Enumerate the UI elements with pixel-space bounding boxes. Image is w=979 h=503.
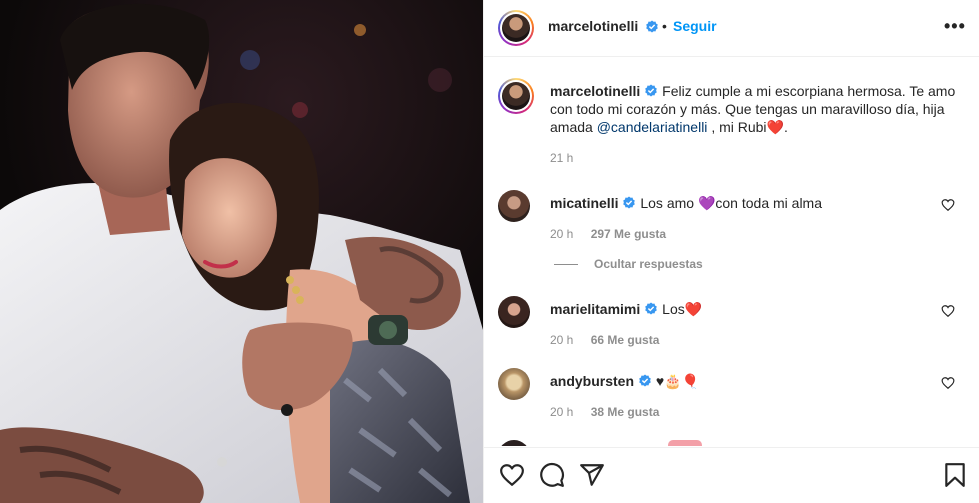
commenter-avatar[interactable] <box>498 190 530 222</box>
author-avatar[interactable] <box>498 10 534 46</box>
author-username[interactable]: marcelotinelli <box>548 18 638 34</box>
caption-timestamp[interactable]: 21 h <box>550 151 573 165</box>
verified-badge-icon <box>646 20 658 33</box>
comment-body: Los <box>662 301 685 317</box>
comment-time[interactable]: 20 h <box>550 405 573 419</box>
comment-text: marielitamimi Los❤️ <box>550 301 702 318</box>
post-photo[interactable] <box>0 0 483 503</box>
verified-badge-icon <box>639 374 651 387</box>
post-photo-image <box>0 0 483 503</box>
small-heart-icon[interactable] <box>941 376 955 390</box>
post-header: marcelotinelli • Seguir ••• <box>484 0 979 57</box>
more-options-icon[interactable]: ••• <box>944 17 966 35</box>
comment-likes[interactable]: 38 Me gusta <box>591 405 660 419</box>
commenter-avatar[interactable] <box>498 296 530 328</box>
paper-plane-icon[interactable] <box>579 462 605 488</box>
comment-text: andybursten ♥🎂🎈 <box>550 373 699 390</box>
comment-row: micatinelli Los amo 💜con toda mi alma 20… <box>498 190 968 241</box>
verified-badge-icon <box>645 84 658 97</box>
comment-body-end: con toda mi alma <box>715 195 822 211</box>
comment-text: micatinelli Los amo 💜con toda mi alma <box>550 195 822 212</box>
comment-row: andybursten ♥🎂🎈 20 h 38 Me gusta <box>498 368 968 419</box>
red-heart-emoji: ❤️ <box>684 301 703 317</box>
bookmark-icon[interactable] <box>942 462 968 488</box>
caption-username[interactable]: marcelotinelli <box>550 83 640 99</box>
purple-heart-emoji: 💜 <box>697 195 716 211</box>
verified-badge-icon <box>623 196 636 209</box>
comment-row-partial <box>498 436 968 446</box>
small-heart-icon[interactable] <box>941 198 955 212</box>
comment-time[interactable]: 20 h <box>550 227 573 241</box>
comment-row: marielitamimi Los❤️ 20 h 66 Me gusta <box>498 296 968 347</box>
comment-emoji: ♥🎂🎈 <box>655 373 700 389</box>
comment-body: Los amo <box>640 195 695 211</box>
comment-likes[interactable]: 297 Me gusta <box>591 227 666 241</box>
comment-meta: 20 h 38 Me gusta <box>550 405 659 419</box>
caption-avatar[interactable] <box>498 78 534 114</box>
replies-divider-line <box>554 264 578 266</box>
caption-period: . <box>783 119 788 135</box>
comment-meta: 20 h 66 Me gusta <box>550 333 659 347</box>
post-actions-bar <box>484 447 979 503</box>
speech-bubble-icon[interactable] <box>539 462 565 488</box>
small-heart-icon[interactable] <box>941 304 955 318</box>
red-heart-emoji: ❤️ <box>766 119 784 135</box>
hide-replies-button[interactable]: Ocultar respuestas <box>554 257 703 271</box>
verified-badge-icon <box>645 302 658 315</box>
commenter-avatar[interactable] <box>498 368 530 400</box>
comment-likes[interactable]: 66 Me gusta <box>591 333 660 347</box>
heart-outline-icon[interactable] <box>499 462 525 488</box>
commenter-username[interactable]: andybursten <box>550 373 634 389</box>
caption-body-end: , mi Rubi <box>711 119 767 135</box>
commenter-avatar[interactable] <box>498 440 530 446</box>
follow-button[interactable]: Seguir <box>673 18 717 34</box>
comment-meta: 20 h 297 Me gusta <box>550 227 666 241</box>
caption-text: marcelotinelli Feliz cumple a mi escorpi… <box>550 82 970 136</box>
hide-replies-label: Ocultar respuestas <box>594 257 703 271</box>
commenter-username[interactable]: micatinelli <box>550 195 618 211</box>
comment-time[interactable]: 20 h <box>550 333 573 347</box>
header-separator: • <box>662 18 667 34</box>
caption-mention-link[interactable]: @candelariatinelli <box>597 119 708 135</box>
commenter-username[interactable]: marielitamimi <box>550 301 640 317</box>
post-side-panel: marcelotinelli • Seguir ••• marcelotinel… <box>483 0 979 503</box>
emoji-fragment <box>668 440 702 446</box>
